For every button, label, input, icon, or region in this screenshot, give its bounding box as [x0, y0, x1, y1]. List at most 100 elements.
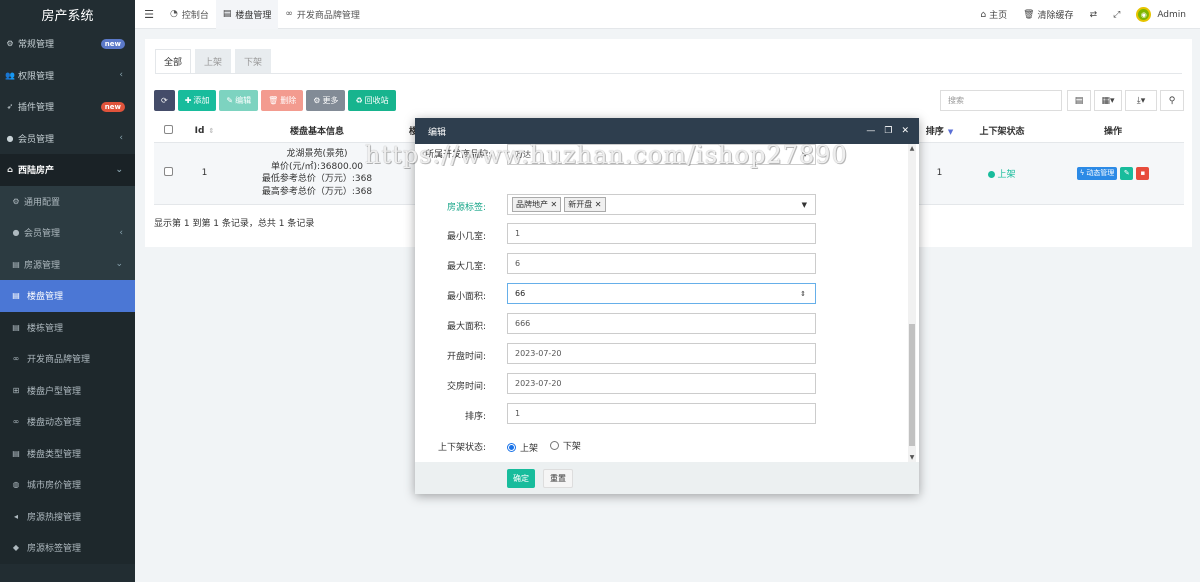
- export-button[interactable]: ⤓▾: [1125, 90, 1157, 111]
- sidebar-item-member-mgmt[interactable]: ● 会员管理 ‹: [0, 217, 135, 249]
- tag-chip[interactable]: 新开盘 ✕: [564, 197, 606, 212]
- add-button[interactable]: ✚ 添加: [177, 90, 217, 111]
- form-row-developer: 所属开发商品牌: 万达 ✕: [415, 144, 905, 165]
- max-rooms-input[interactable]: 6: [507, 253, 816, 274]
- row-checkbox[interactable]: [163, 167, 173, 176]
- sidebar-item-dynamics[interactable]: ∞ 楼盘动态管理: [0, 406, 135, 438]
- sort-input[interactable]: 1: [507, 403, 816, 424]
- toggle-view-button[interactable]: ▤: [1067, 90, 1091, 111]
- max-rooms-label: 最大几室:: [446, 262, 486, 272]
- scroll-down-icon[interactable]: ▼: [908, 454, 916, 461]
- delivery-date-input[interactable]: 2023-07-20: [507, 373, 816, 394]
- developer-select[interactable]: 万达 ✕: [507, 144, 816, 165]
- pencil-icon: ✎: [1123, 169, 1130, 177]
- sidebar-item-label: 房源热搜管理: [27, 512, 82, 523]
- row-ops: ϟ 动态管理 ✎ ▪: [1042, 142, 1184, 205]
- minimize-icon[interactable]: —: [866, 126, 875, 136]
- new-badge: new: [100, 101, 125, 112]
- open-date-input[interactable]: 2023-07-20: [507, 343, 816, 364]
- sidebar-item-towers[interactable]: ▤ 楼栋管理: [0, 311, 135, 343]
- col-status: 上下架状态: [962, 120, 1042, 143]
- sidebar-item-building-types[interactable]: ▤ 楼盘类型管理: [0, 437, 135, 469]
- sidebar-item-label: 楼栋管理: [27, 323, 64, 334]
- sidebar-item-label: 会员管理: [24, 229, 61, 240]
- row-info: 龙湖景苑(景苑) 单价(元/㎡):36800.00 最低参考总价（万元）:368…: [227, 142, 407, 205]
- clear-icon[interactable]: ✕: [801, 151, 807, 159]
- scroll-up-icon[interactable]: ▲: [908, 145, 916, 152]
- row-id: 1: [182, 142, 227, 205]
- tab-on-shelf[interactable]: 上架: [195, 49, 231, 73]
- sidebar-item-floorplans[interactable]: ⊞ 楼盘户型管理: [0, 374, 135, 406]
- new-badge: new: [100, 38, 125, 49]
- sidebar-item-hot-search[interactable]: ◂ 房源热搜管理: [0, 500, 135, 532]
- modal-scrollbar[interactable]: ▲ ▼: [908, 144, 916, 462]
- more-button[interactable]: ⚙ 更多: [306, 90, 346, 111]
- refresh-button[interactable]: ⟳: [154, 90, 175, 111]
- top-right-tools: ⌂ 主页 🗑 清除缓存 ⇄ ⤢ ◉ Admin: [972, 0, 1200, 29]
- sidebar-item-developer-brands[interactable]: ∞ 开发商品牌管理: [0, 343, 135, 375]
- clear-cache-button[interactable]: 🗑 清除缓存: [1015, 8, 1081, 22]
- tab-developer-brands[interactable]: ∞ 开发商品牌管理: [278, 0, 367, 29]
- confirm-button[interactable]: 确定: [507, 469, 535, 488]
- tag-chip[interactable]: 品牌地产 ✕: [512, 197, 562, 212]
- status-off-radio[interactable]: 下架: [549, 439, 581, 452]
- sidebar-item-xilu-realestate[interactable]: ⌂ 西陆房产 ⌄: [0, 154, 135, 186]
- maximize-icon[interactable]: ❐: [884, 126, 892, 136]
- menu-toggle-icon[interactable]: ☰: [135, 8, 163, 21]
- form-row-max-area: 最大面积: 666: [415, 313, 905, 335]
- sidebar-item-city-prices[interactable]: ◍ 城市房价管理: [0, 469, 135, 501]
- columns-button[interactable]: ▦▾: [1094, 90, 1122, 111]
- col-id[interactable]: Id ⇕: [182, 120, 227, 143]
- scrollbar-thumb[interactable]: [909, 324, 915, 446]
- user-menu[interactable]: ◉ Admin: [1128, 7, 1200, 22]
- number-spinner-icon[interactable]: ⇕: [800, 290, 806, 298]
- sidebar-item-listings[interactable]: ▤ 房源管理 ⌄: [0, 248, 135, 280]
- tab-all[interactable]: 全部: [155, 49, 191, 73]
- home-link[interactable]: ⌂ 主页: [972, 8, 1015, 22]
- tab-buildings[interactable]: ▤ 楼盘管理: [215, 0, 279, 29]
- tags-select[interactable]: 品牌地产 ✕ 新开盘 ✕ ▼: [507, 194, 816, 215]
- fullscreen-icon[interactable]: ⤢: [1105, 10, 1128, 20]
- row-edit-button[interactable]: ✎: [1120, 166, 1134, 180]
- remove-tag-icon[interactable]: ✕: [551, 200, 558, 209]
- max-area-label: 最大面积:: [446, 322, 486, 332]
- sidebar-item-general[interactable]: ⚙ 常规管理 new: [0, 28, 135, 60]
- row-checkbox-cell[interactable]: [154, 142, 182, 205]
- advanced-search-button[interactable]: ⚲: [1160, 90, 1184, 111]
- delete-button[interactable]: 🗑 删除: [261, 90, 304, 111]
- max-area-input[interactable]: 666: [507, 313, 816, 334]
- sidebar-item-members[interactable]: ● 会员管理 ‹: [0, 123, 135, 155]
- col-sort[interactable]: 排序 ▼: [917, 120, 962, 143]
- search-input[interactable]: 搜索: [940, 90, 1062, 111]
- bullhorn-icon: ◂: [13, 511, 18, 521]
- select-all-checkbox[interactable]: [163, 124, 173, 134]
- sidebar-item-buildings[interactable]: ▤ 楼盘管理: [0, 280, 135, 312]
- close-icon[interactable]: ✕: [901, 126, 909, 136]
- min-rooms-input[interactable]: 1: [507, 223, 816, 244]
- sidebar-item-general-config[interactable]: ⚙ 通用配置: [0, 185, 135, 217]
- status-on-radio[interactable]: 上架: [507, 441, 538, 454]
- chevron-down-icon[interactable]: ▼: [802, 201, 807, 209]
- open-date-label: 开盘时间:: [446, 352, 486, 362]
- sidebar-item-listing-tags[interactable]: ◆ 房源标签管理: [0, 532, 135, 564]
- tab-dashboard[interactable]: ◔ 控制台: [163, 0, 216, 29]
- dynamic-manage-button[interactable]: ϟ 动态管理: [1076, 166, 1118, 180]
- chevron-left-icon: ‹: [119, 227, 123, 238]
- avatar: ◉: [1136, 7, 1152, 22]
- edit-button[interactable]: ✎ 编辑: [219, 90, 259, 111]
- remove-tag-icon[interactable]: ✕: [595, 200, 602, 209]
- min-area-input[interactable]: 66 ⇕: [507, 283, 816, 304]
- bolt-icon: ϟ: [1079, 169, 1085, 177]
- sidebar-item-plugins[interactable]: ➶ 插件管理 new: [0, 91, 135, 123]
- modal-body: 所属开发商品牌: 万达 ✕ 房源标签: 品牌地产 ✕ 新开盘 ✕ ▼ 最小几室:…: [415, 144, 919, 462]
- select-all-checkbox-cell[interactable]: [154, 120, 182, 143]
- form-row-min-area: 最小面积: 66 ⇕: [415, 283, 905, 305]
- reset-button[interactable]: 重置: [543, 469, 573, 488]
- row-delete-button[interactable]: ▪: [1136, 166, 1150, 180]
- file-icon: ▤: [222, 9, 232, 19]
- sidebar-item-label: 楼盘动态管理: [27, 418, 82, 429]
- sidebar-item-permissions[interactable]: 👥 权限管理 ‹: [0, 60, 135, 92]
- translate-icon[interactable]: ⇄: [1082, 10, 1106, 20]
- tab-off-shelf[interactable]: 下架: [235, 49, 271, 73]
- recycle-bin-button[interactable]: ♻ 回收站: [348, 90, 396, 111]
